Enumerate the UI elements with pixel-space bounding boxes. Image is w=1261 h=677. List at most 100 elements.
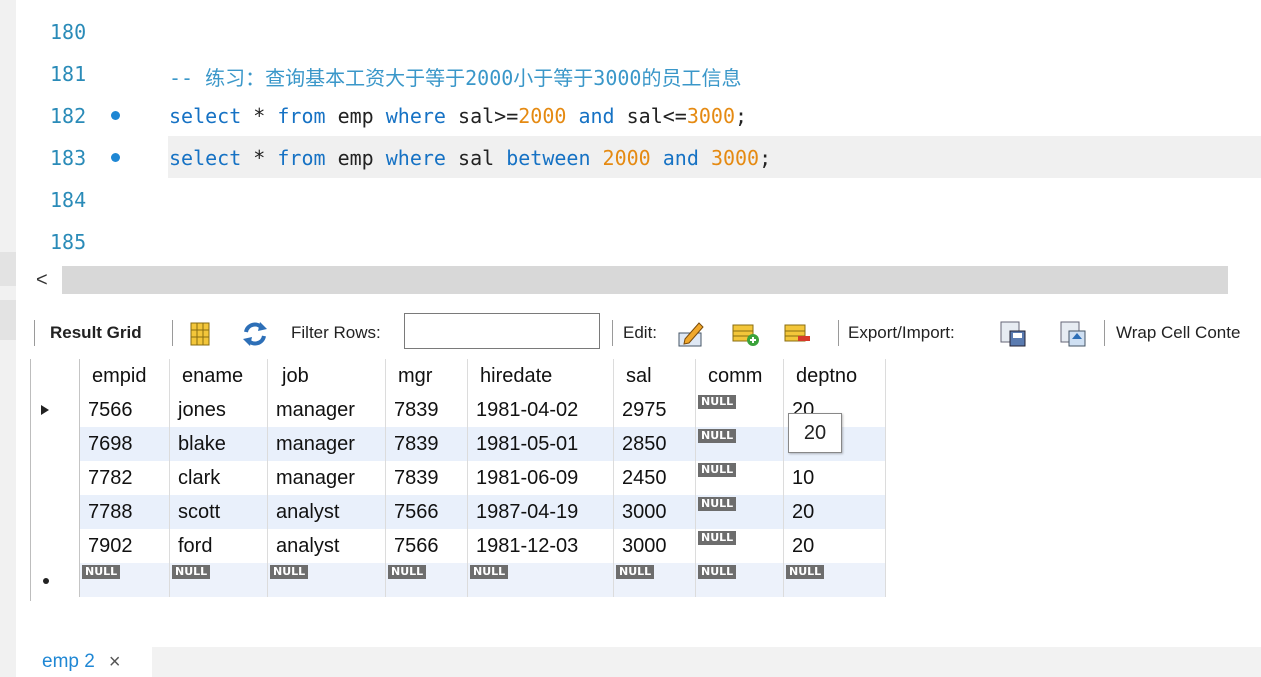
cell-comm[interactable]: NULL bbox=[695, 495, 784, 529]
cell-empid[interactable]: 7782 bbox=[79, 461, 170, 495]
cell-job[interactable]: manager bbox=[267, 461, 386, 495]
import-icon[interactable] bbox=[1058, 319, 1088, 349]
row-header[interactable] bbox=[31, 427, 80, 461]
cell-mgr[interactable]: 7839 bbox=[385, 427, 468, 461]
cell-deptno[interactable]: 20 bbox=[783, 529, 886, 563]
cell-comm[interactable]: NULL bbox=[695, 393, 784, 427]
code-token: * bbox=[241, 104, 278, 128]
result-grid-tab[interactable]: Result Grid bbox=[50, 310, 142, 356]
column-header-job[interactable]: job bbox=[267, 359, 386, 393]
cell-mgr[interactable]: 7839 bbox=[385, 461, 468, 495]
cell-mgr[interactable]: 7839 bbox=[385, 393, 468, 427]
cell-sal[interactable]: 2975 bbox=[613, 393, 696, 427]
sql-editor[interactable]: 180 181 -- 练习：查询基本工资大于等于2000小于等于3000的员工信息 1… bbox=[16, 0, 1261, 262]
cell-ename[interactable]: scott bbox=[169, 495, 268, 529]
cell-job[interactable]: NULL bbox=[267, 563, 386, 597]
cell-hiredate[interactable]: 1981-05-01 bbox=[467, 427, 614, 461]
cell-ename[interactable]: clark bbox=[169, 461, 268, 495]
code-line[interactable]: 181 -- 练习：查询基本工资大于等于2000小于等于3000的员工信息 bbox=[16, 52, 1261, 94]
cell-empid[interactable]: 7566 bbox=[79, 393, 170, 427]
cell-hiredate[interactable]: 1987-04-19 bbox=[467, 495, 614, 529]
cell-job[interactable]: analyst bbox=[267, 529, 386, 563]
cell-job[interactable]: manager bbox=[267, 393, 386, 427]
code-token: emp bbox=[325, 146, 386, 170]
delete-row-icon[interactable] bbox=[782, 319, 812, 349]
column-header-sal[interactable]: sal bbox=[613, 359, 696, 393]
code-line[interactable]: 184 bbox=[16, 178, 1261, 220]
grid-layout-icon[interactable] bbox=[186, 319, 216, 349]
column-header-mgr[interactable]: mgr bbox=[385, 359, 468, 393]
column-header-comm[interactable]: comm bbox=[695, 359, 784, 393]
cell-job[interactable]: manager bbox=[267, 427, 386, 461]
row-header[interactable] bbox=[31, 495, 80, 529]
result-grid[interactable]: empid ename job mgr hiredate sal comm de… bbox=[30, 359, 886, 601]
cell-empid[interactable]: 7698 bbox=[79, 427, 170, 461]
horizontal-scrollbar[interactable]: < bbox=[30, 266, 1261, 294]
statement-marker-icon[interactable] bbox=[111, 111, 120, 120]
filter-rows-input[interactable] bbox=[404, 313, 600, 349]
table-row[interactable]: 7902 ford analyst 7566 1981-12-03 3000 NULL 20 bbox=[31, 529, 886, 563]
code-line[interactable]: 183 select * from emp where sal between 2… bbox=[16, 136, 1261, 178]
cell-mgr[interactable]: 7566 bbox=[385, 529, 468, 563]
row-header[interactable] bbox=[31, 393, 80, 427]
wrap-cell-content-toggle[interactable]: Wrap Cell Conte bbox=[1116, 310, 1240, 356]
row-header[interactable] bbox=[31, 461, 80, 495]
code-line[interactable]: 180 bbox=[16, 10, 1261, 52]
scrollbar-track[interactable] bbox=[62, 266, 1228, 294]
refresh-icon[interactable] bbox=[240, 319, 270, 349]
table-row[interactable]: 7788 scott analyst 7566 1987-04-19 3000 NULL 20 bbox=[31, 495, 886, 529]
cell-sal[interactable]: 2450 bbox=[613, 461, 696, 495]
cell-sal[interactable]: 3000 bbox=[613, 529, 696, 563]
export-icon[interactable] bbox=[998, 319, 1028, 349]
cell-deptno[interactable]: 10 bbox=[783, 461, 886, 495]
add-row-icon[interactable] bbox=[730, 319, 760, 349]
cell-comm[interactable]: NULL bbox=[695, 461, 784, 495]
column-header-ename[interactable]: ename bbox=[169, 359, 268, 393]
null-badge: NULL bbox=[698, 565, 737, 579]
cell-hiredate[interactable]: NULL bbox=[467, 563, 614, 597]
cell-value-tooltip: 20 bbox=[788, 413, 842, 453]
tab-emp-2[interactable]: emp 2 × bbox=[30, 647, 152, 677]
cell-sal[interactable]: 3000 bbox=[613, 495, 696, 529]
cell-ename[interactable]: jones bbox=[169, 393, 268, 427]
scroll-left-arrow-icon[interactable]: < bbox=[36, 266, 48, 294]
row-header[interactable] bbox=[31, 563, 80, 597]
code-token: where bbox=[385, 146, 446, 170]
cell-ename[interactable]: blake bbox=[169, 427, 268, 461]
filter-rows-label: Filter Rows: bbox=[291, 323, 381, 342]
cell-job[interactable]: analyst bbox=[267, 495, 386, 529]
tab-close-icon[interactable]: × bbox=[109, 651, 121, 674]
cell-hiredate[interactable]: 1981-06-09 bbox=[467, 461, 614, 495]
table-row[interactable]: 7782 clark manager 7839 1981-06-09 2450 NULL 10 bbox=[31, 461, 886, 495]
cell-ename[interactable]: NULL bbox=[169, 563, 268, 597]
row-header[interactable] bbox=[31, 529, 80, 563]
column-header-hiredate[interactable]: hiredate bbox=[467, 359, 614, 393]
cell-mgr[interactable]: NULL bbox=[385, 563, 468, 597]
statement-marker-icon[interactable] bbox=[111, 153, 120, 162]
new-row[interactable]: NULL NULL NULL NULL NULL NULL NULL NULL bbox=[31, 563, 886, 597]
column-header-empid[interactable]: empid bbox=[79, 359, 170, 393]
cell-empid[interactable]: 7788 bbox=[79, 495, 170, 529]
cell-sal[interactable]: NULL bbox=[613, 563, 696, 597]
cell-empid[interactable]: NULL bbox=[79, 563, 170, 597]
cell-comm[interactable]: NULL bbox=[695, 563, 784, 597]
cell-hiredate[interactable]: 1981-04-02 bbox=[467, 393, 614, 427]
cell-comm[interactable]: NULL bbox=[695, 427, 784, 461]
cell-ename[interactable]: ford bbox=[169, 529, 268, 563]
cell-empid[interactable]: 7902 bbox=[79, 529, 170, 563]
table-row[interactable]: 7698blakemanager78391981-05-012850NULL30 bbox=[31, 427, 886, 461]
column-header-deptno[interactable]: deptno bbox=[783, 359, 886, 393]
cell-comm[interactable]: NULL bbox=[695, 529, 784, 563]
table-row[interactable]: 7566 jones manager 7839 1981-04-02 2975 NULL 20 bbox=[31, 393, 886, 427]
code-line[interactable]: 182 select * from emp where sal>=2000 and… bbox=[16, 94, 1261, 136]
cell-sal[interactable]: 2850 bbox=[613, 427, 696, 461]
edit-row-icon[interactable] bbox=[676, 319, 706, 349]
cell-deptno[interactable]: NULL bbox=[783, 563, 886, 597]
cell-mgr[interactable]: 7566 bbox=[385, 495, 468, 529]
code-line[interactable]: 185 bbox=[16, 220, 1261, 262]
cell-hiredate[interactable]: 1981-12-03 bbox=[467, 529, 614, 563]
cell-deptno[interactable]: 20 bbox=[783, 495, 886, 529]
